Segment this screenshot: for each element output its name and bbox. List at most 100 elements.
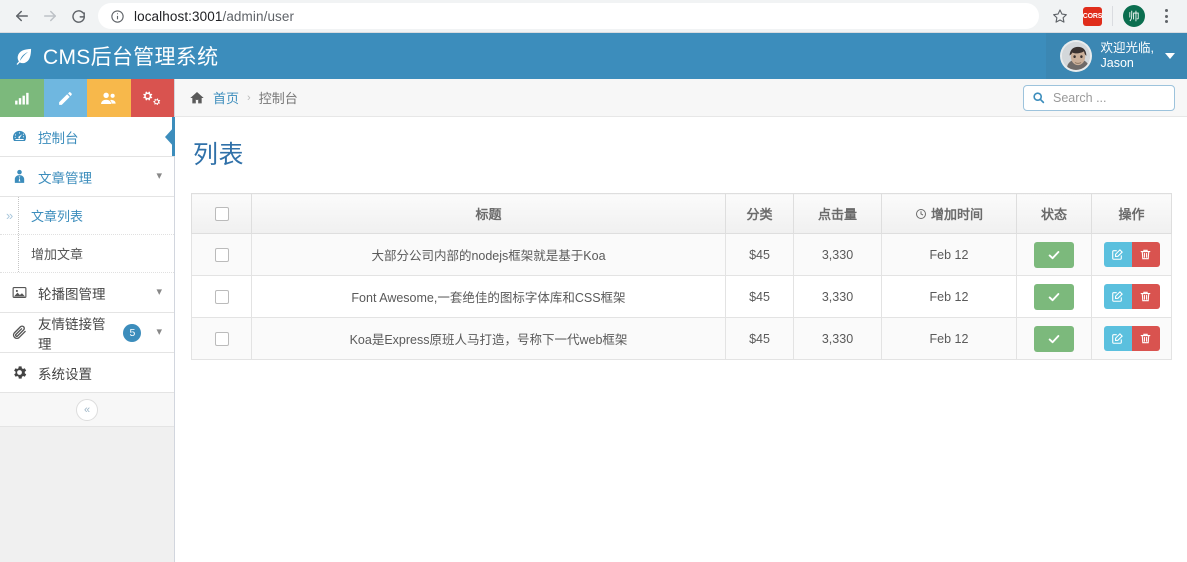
sidebar-item-label: 文章管理 [38,170,92,186]
table-row[interactable]: Koa是Express原班人马打造，号称下一代web框架 $45 3,330 F… [191,317,1172,360]
edit-button[interactable] [1103,326,1132,351]
info-circle-icon[interactable] [110,9,125,24]
sidebar-item-dashboard[interactable]: 控制台 [0,117,175,157]
breadcrumb-separator: › [247,91,251,104]
row-select-cell [191,233,252,276]
sidebar-item-label: 友情链接管理 [38,316,106,352]
row-time: Feb 12 [881,233,1017,276]
select-all-checkbox[interactable] [214,207,229,222]
sidebar-subitem-add-article[interactable]: 增加文章 [0,235,174,273]
cors-extension-icon[interactable]: CORS [1083,6,1102,26]
column-header-select-all [191,193,252,234]
row-checkbox[interactable] [214,247,229,262]
row-time: Feb 12 [881,317,1017,360]
sidebar-item-label: 控制台 [38,130,79,146]
brand-title: CMS后台管理系统 [43,46,219,69]
delete-button[interactable] [1131,326,1160,351]
sidebar-subitem-label: 文章列表 [31,209,84,224]
articles-table: 标题 分类 点击量 增加时间 状态 操作 大部分公司内部的nodejs框架就是基… [191,193,1172,360]
check-icon [1048,292,1060,301]
quick-action-edit[interactable] [43,79,87,117]
delete-button[interactable] [1131,242,1160,267]
search-icon [1032,91,1045,104]
check-icon [1048,334,1060,343]
table-row[interactable]: Font Awesome,一套绝佳的图标字体库和CSS框架 $45 3,330 … [191,275,1172,318]
edit-square-icon [1112,291,1123,302]
status-badge[interactable] [1034,241,1074,268]
delete-button[interactable] [1131,284,1160,309]
double-chevron-left-icon[interactable]: « [76,398,98,421]
user-greeting-text: 欢迎光临, [1100,41,1154,55]
chrome-menu-button[interactable] [1155,4,1177,28]
row-title: Font Awesome,一套绝佳的图标字体库和CSS框架 [251,275,726,318]
home-icon[interactable] [189,90,205,106]
breadcrumb-current: 控制台 [258,91,298,106]
user-menu[interactable]: 欢迎光临, Jason [1045,33,1187,79]
status-badge: 5 [123,323,142,342]
quick-action-bar-chart[interactable] [0,79,44,117]
bar-chart-icon [15,92,29,105]
column-header-title: 标题 [251,193,726,234]
status-badge[interactable] [1034,283,1074,310]
row-status [1016,317,1092,360]
search-box[interactable] [1023,84,1175,111]
address-bar-url: localhost:3001/admin/user [134,8,295,24]
column-header-time: 增加时间 [881,193,1017,234]
row-category: $45 [725,275,794,318]
content-header: 首页 › 控制台 [175,79,1187,117]
action-button-group [1103,284,1160,309]
edit-button[interactable] [1103,242,1132,267]
quick-action-settings[interactable] [130,79,174,117]
reload-button[interactable] [64,2,92,30]
row-checkbox[interactable] [214,331,229,346]
edit-button[interactable] [1103,284,1132,309]
user-name: Jason [1100,56,1134,70]
sidebar-menu: 控制台 文章管理 ▾ 文章列表 增加文章 轮播图管 [0,117,175,427]
leaf-icon [14,46,34,66]
row-actions [1091,233,1172,276]
link-paperclip-icon [9,324,29,341]
quick-action-users[interactable] [87,79,131,117]
address-bar[interactable]: localhost:3001/admin/user [98,3,1039,29]
gear-icon [9,364,29,381]
brand-logo[interactable]: CMS后台管理系统 [0,41,218,71]
column-header-time-label: 增加时间 [930,207,983,222]
profile-avatar-button[interactable]: 帅 [1123,5,1145,27]
chevron-down-icon[interactable]: ▾ [156,287,162,298]
user-tie-icon [9,168,29,185]
search-input[interactable] [1051,89,1166,106]
page-title: 列表 [193,141,245,169]
back-button[interactable] [8,2,36,30]
table-body: 大部分公司内部的nodejs框架就是基于Koa $45 3,330 Feb 12 [191,233,1172,360]
row-category: $45 [725,317,794,360]
sidebar-item-system-settings[interactable]: 系统设置 [0,353,174,393]
column-header-status: 状态 [1016,193,1092,234]
sidebar-subitem-label: 增加文章 [31,247,84,262]
clock-icon [915,209,926,219]
sidebar-item-friendly-links[interactable]: 友情链接管理 5 ▾ [0,313,174,353]
status-badge[interactable] [1034,325,1074,352]
chevron-down-icon[interactable]: ▾ [156,327,162,338]
chevron-down-icon[interactable]: ▾ [156,171,162,182]
main-layout: 控制台 文章管理 ▾ 文章列表 增加文章 轮播图管 [0,79,1187,562]
back-arrow-icon [16,10,28,22]
sidebar-item-label: 轮播图管理 [38,286,106,302]
sidebar-quick-actions [0,79,174,117]
sidebar-subitem-article-list[interactable]: 文章列表 [0,197,174,235]
breadcrumb-home-link[interactable]: 首页 [213,88,239,107]
caret-down-icon[interactable] [1165,53,1175,59]
menu-dot [1164,9,1168,12]
bookmark-button[interactable] [1047,3,1073,29]
forward-button[interactable] [36,2,64,30]
sidebar-item-carousel[interactable]: 轮播图管理 ▾ [0,273,174,313]
app-header: CMS后台管理系统 欢迎光临, Jason [0,33,1187,79]
menu-dot [1164,14,1168,18]
sidebar-item-articles[interactable]: 文章管理 ▾ [0,157,174,197]
toolbar-divider [1112,6,1113,26]
table-head: 标题 分类 点击量 增加时间 状态 操作 [191,193,1172,234]
edit-square-icon [1112,333,1123,344]
table-row[interactable]: 大部分公司内部的nodejs框架就是基于Koa $45 3,330 Feb 12 [191,233,1172,276]
row-checkbox[interactable] [214,289,229,304]
table-header-row: 标题 分类 点击量 增加时间 状态 操作 [191,193,1172,234]
page-body: 列表 标题 分类 点击量 增加时间 状态 操作 大部分公司内部的nodejs框架… [175,117,1187,360]
